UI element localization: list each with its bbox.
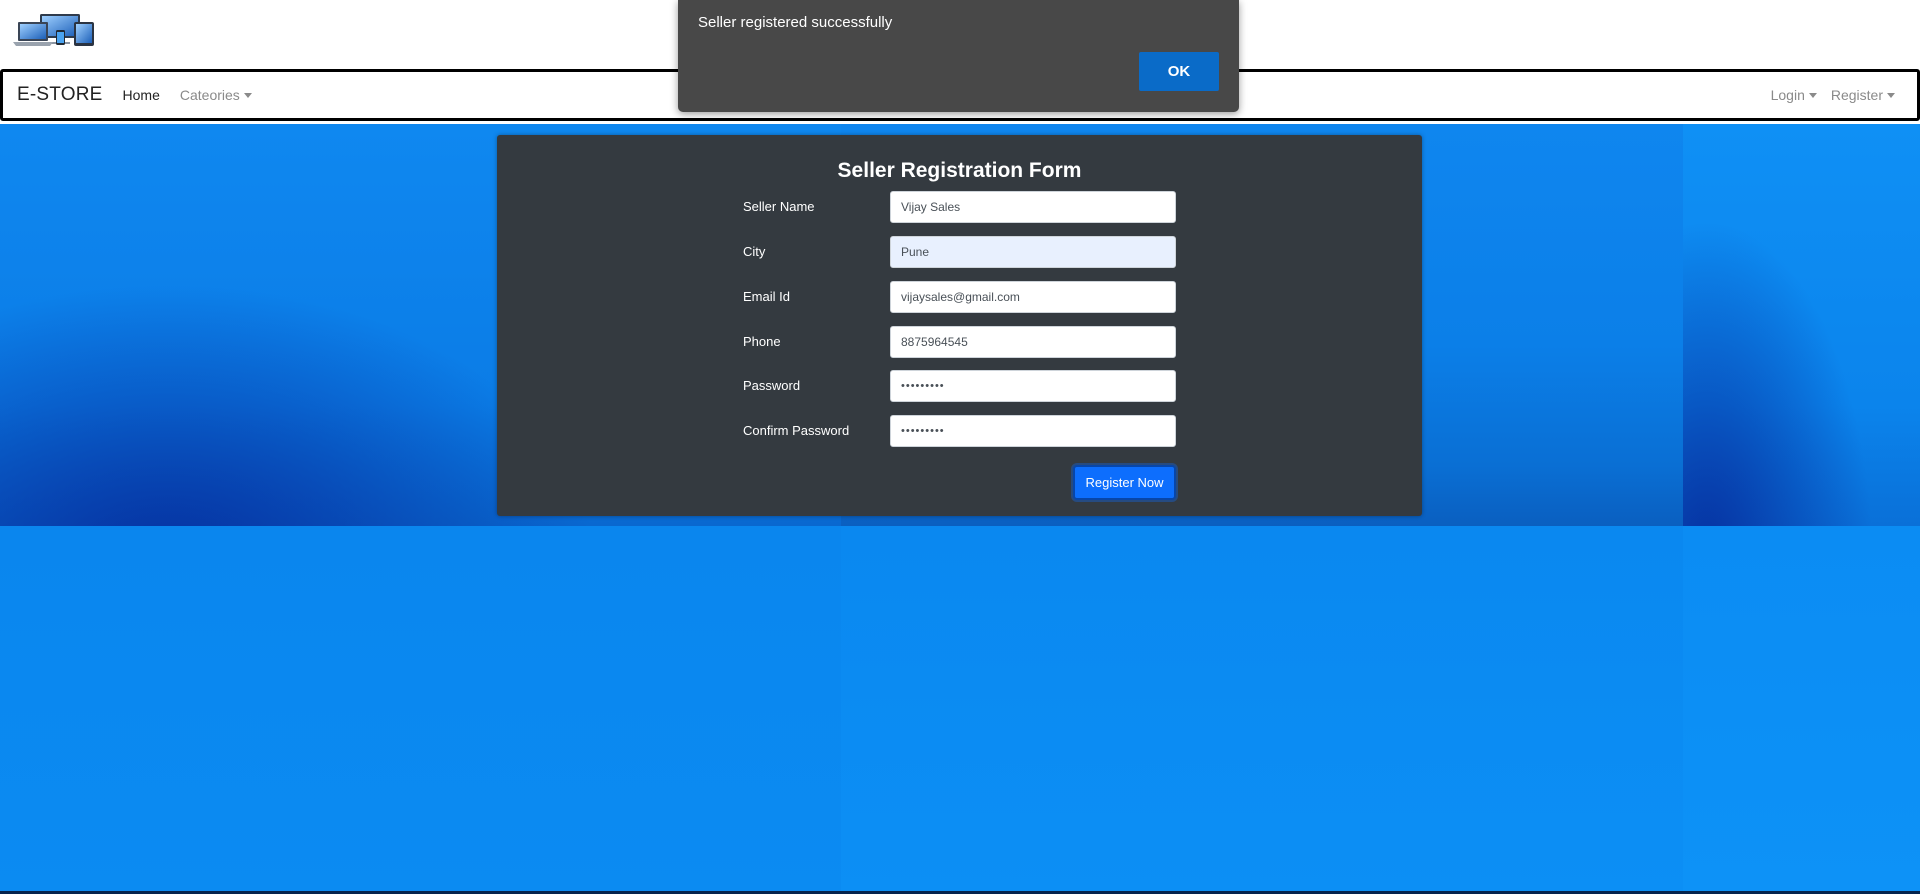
- form-title: Seller Registration Form: [837, 159, 1082, 182]
- seller-name-input[interactable]: [890, 191, 1176, 223]
- password-input[interactable]: [890, 370, 1176, 402]
- seller-name-label: Seller Name: [743, 199, 815, 214]
- caret-down-icon: [1887, 92, 1895, 98]
- background-panel-right: [1683, 124, 1920, 526]
- dialog-message: Seller registered successfully: [698, 14, 893, 31]
- nav-categories-dropdown[interactable]: Cateories: [180, 87, 252, 103]
- background-bottom-mid: [841, 526, 1683, 894]
- password-row: Password: [743, 370, 1176, 410]
- confirm-password-label: Confirm Password: [743, 423, 850, 438]
- email-row: Email Id: [743, 281, 1176, 321]
- seller-name-row: Seller Name: [743, 191, 1176, 231]
- email-input[interactable]: [890, 281, 1176, 313]
- background-bottom-left: [0, 526, 841, 894]
- confirm-password-input[interactable]: [890, 415, 1176, 447]
- confirm-password-row: Confirm Password: [743, 415, 1176, 455]
- email-label: Email Id: [743, 289, 790, 304]
- register-now-button[interactable]: Register Now: [1073, 465, 1176, 500]
- background-bottom-right: [1683, 526, 1920, 894]
- nav-register-dropdown[interactable]: Register: [1831, 87, 1895, 103]
- caret-down-icon: [1808, 92, 1817, 98]
- nav-login-label: Login: [1770, 87, 1805, 103]
- nav-home-link[interactable]: Home: [123, 87, 160, 103]
- seller-registration-card: Seller Registration Form Seller Name Cit…: [497, 135, 1422, 516]
- dialog-ok-button[interactable]: OK: [1139, 52, 1219, 91]
- city-row: City: [743, 236, 1176, 276]
- devices-logo-icon: [13, 14, 94, 46]
- phone-row: Phone: [743, 326, 1176, 366]
- caret-down-icon: [243, 92, 252, 98]
- city-input[interactable]: [890, 236, 1176, 268]
- nav-categories-label: Cateories: [179, 87, 240, 103]
- phone-input[interactable]: [890, 326, 1176, 358]
- brand-link[interactable]: E-STORE: [17, 84, 103, 106]
- alert-dialog: Seller registered successfully OK: [678, 0, 1239, 112]
- nav-login-dropdown[interactable]: Login: [1771, 87, 1817, 103]
- nav-home-label: Home: [122, 87, 160, 103]
- nav-register-label: Register: [1830, 87, 1883, 103]
- city-label: City: [743, 244, 766, 259]
- phone-label: Phone: [743, 334, 781, 349]
- nav-right-group: Login Register: [1757, 87, 1895, 103]
- password-label: Password: [743, 378, 801, 393]
